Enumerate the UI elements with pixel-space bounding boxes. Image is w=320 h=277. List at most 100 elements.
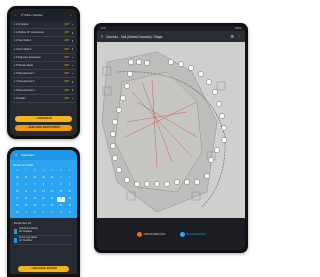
- list-item[interactable]: 1.3 Sem Nada 2 GMT: [12, 46, 75, 54]
- duplicate-point-button[interactable]: + DUPLICAR NOVO PONTO: [15, 125, 72, 131]
- calendar-day[interactable]: 19: [30, 197, 39, 202]
- calendar-day[interactable]: 16: [65, 190, 74, 195]
- list-item-label: 1.0 m Nódulo: [14, 23, 29, 27]
- weekday-header: S: [60, 170, 62, 172]
- calendar-day[interactable]: 9: [65, 183, 74, 188]
- list-item-label: 1.6 Revestimento 1: [14, 72, 35, 76]
- map-blocks-button[interactable]: BLOCOS MAPA: [179, 231, 206, 237]
- more-icon[interactable]: [71, 72, 73, 75]
- event-item[interactable]: Pedro Loja Tijolos Ver Detalhes: [14, 236, 73, 245]
- more-icon[interactable]: [71, 32, 73, 34]
- list-item[interactable]: 1.1 Vistoria 10º Lançamento GMT: [12, 29, 75, 38]
- list-item-label: 1.5 Remate Metal: [14, 64, 33, 68]
- calendar-day[interactable]: 1: [57, 176, 66, 181]
- calendar-day[interactable]: 26: [13, 176, 22, 181]
- calendar-day[interactable]: 5: [57, 211, 66, 216]
- status-time: 9:41: [101, 27, 106, 30]
- list-item[interactable]: 1.5 Remate Metal GMT: [12, 62, 75, 71]
- more-icon[interactable]: [71, 81, 73, 83]
- list-item[interactable]: 1.9 Selado GMT: [12, 95, 75, 103]
- calendar-day[interactable]: 24: [13, 204, 22, 209]
- phone-calendar-screen: ≡ Calendário Dezembro 2018 › S T Q Q S S D 26 27…: [10, 150, 77, 274]
- list-item-label: 1.7 Revestimento 2: [14, 80, 35, 84]
- calendar-day[interactable]: 28: [30, 176, 39, 181]
- calendar-day[interactable]: 28: [48, 204, 57, 209]
- weekday-header: S: [16, 170, 19, 172]
- back-arrow-icon[interactable]: ‹: [14, 13, 18, 17]
- weekday-header: Q: [42, 170, 45, 172]
- settings-icon[interactable]: ⚙: [230, 34, 234, 39]
- calendar-day[interactable]: 10: [13, 190, 22, 195]
- more-icon[interactable]: [71, 56, 73, 59]
- calendar-day[interactable]: 1: [22, 211, 31, 216]
- menu-icon[interactable]: ≡: [14, 153, 18, 157]
- status-battery: 100%: [234, 27, 241, 30]
- calendar-day[interactable]: 18: [22, 197, 31, 202]
- more-icon[interactable]: [71, 89, 73, 91]
- search-icon[interactable]: ⌕: [69, 13, 73, 17]
- phone-calendar-device: ≡ Calendário Dezembro 2018 › S T Q Q S S D 26 27…: [7, 147, 80, 277]
- more-icon[interactable]: [71, 23, 73, 26]
- event-subtitle: Ver Detalhes: [19, 240, 33, 242]
- list-item[interactable]: 1.8 Revestimento 3 GMT: [12, 87, 75, 95]
- calendar-day[interactable]: 14: [48, 190, 57, 195]
- more-icon[interactable]: [71, 97, 73, 100]
- list-item[interactable]: 1.2 Sem Nada 1 GMT: [12, 37, 75, 46]
- calendar-day[interactable]: 11: [22, 190, 31, 195]
- calendar-day[interactable]: 17: [13, 197, 22, 202]
- tablet-screen: 9:41 100% ≡ Dominio - Sali (Urbest Doura…: [97, 26, 245, 250]
- calendar-month-label: Dezembro 2018: [13, 163, 33, 167]
- event-item[interactable]: Arquitetura Fátima Ver Detalhes: [14, 227, 73, 236]
- calendar-day[interactable]: 3: [13, 183, 22, 188]
- calendar-day[interactable]: 29: [57, 204, 66, 209]
- calendar-day[interactable]: 4: [48, 211, 57, 216]
- calendar-day[interactable]: 26: [30, 204, 39, 209]
- calendar-day[interactable]: 5: [30, 183, 39, 188]
- list-item[interactable]: 1.7 Revestimento 2 GMT: [12, 78, 75, 87]
- more-icon[interactable]: [71, 48, 73, 50]
- add-event-button[interactable]: + ADICIONAR EVENTO: [18, 266, 69, 272]
- list-item[interactable]: 1.4 Pega de Lançamento GMT: [12, 54, 75, 62]
- calendar-day[interactable]: 6: [39, 183, 48, 188]
- calendar-day[interactable]: 21: [48, 197, 57, 202]
- phone-list-device: ‹ 1ª Pilha • Mandal ⌕ 1.0 m Nódulo GMT 1.1…: [7, 6, 80, 139]
- list-item[interactable]: 1.0 m Nódulo GMT: [12, 21, 75, 30]
- calendar-day[interactable]: 20: [39, 197, 48, 202]
- calendar-day[interactable]: 31: [13, 211, 22, 216]
- create-frame-button[interactable]: CRIAR ARMAÇÃO: [136, 231, 166, 237]
- chevron-right-icon[interactable]: ›: [73, 163, 74, 167]
- more-icon[interactable]: [71, 40, 73, 42]
- calendar-day[interactable]: 3: [39, 211, 48, 216]
- calendar-day[interactable]: 7: [48, 183, 57, 188]
- calendar-day[interactable]: 15: [57, 190, 66, 195]
- calendar-day[interactable]: 6: [65, 211, 74, 216]
- calendar-day[interactable]: 22: [56, 197, 66, 202]
- weekday-header: D: [68, 170, 71, 172]
- site-map[interactable]: [97, 42, 245, 218]
- calendar-day[interactable]: 23: [65, 197, 74, 202]
- calendar-day[interactable]: 27: [39, 204, 48, 209]
- calendar-month-bar: Dezembro 2018 ›: [13, 163, 74, 167]
- calendar-header: ≡ Calendário: [10, 150, 77, 160]
- footer-button-label: CRIAR ARMAÇÃO: [143, 232, 166, 236]
- calendar-day[interactable]: 30: [65, 204, 74, 209]
- calendar-day[interactable]: 27: [22, 176, 31, 181]
- list-item-value: GMT: [64, 88, 70, 92]
- site-map-drawing[interactable]: [97, 42, 245, 218]
- more-icon[interactable]: [71, 64, 73, 67]
- list-item[interactable]: 1.6 Revestimento 1 GMT: [12, 70, 75, 79]
- calendar-day[interactable]: 12: [30, 190, 39, 195]
- calendar-day[interactable]: 2: [30, 211, 39, 216]
- calendar-day[interactable]: 8: [57, 183, 66, 188]
- phone-list-header: ‹ 1ª Pilha • Mandal ⌕: [10, 9, 77, 21]
- add-button[interactable]: + ADICIONAR: [15, 116, 72, 122]
- menu-icon[interactable]: ≡: [101, 34, 103, 39]
- calendar-day[interactable]: 2: [65, 176, 74, 181]
- footer-button-label: BLOCOS MAPA: [186, 232, 206, 236]
- calendar-day[interactable]: 4: [22, 183, 31, 188]
- calendar-day[interactable]: 13: [39, 190, 48, 195]
- calendar-day[interactable]: 29: [39, 176, 48, 181]
- calendar-day[interactable]: 30: [48, 176, 57, 181]
- more-icon[interactable]: ⋮: [237, 34, 241, 39]
- calendar-day[interactable]: 25: [22, 204, 31, 209]
